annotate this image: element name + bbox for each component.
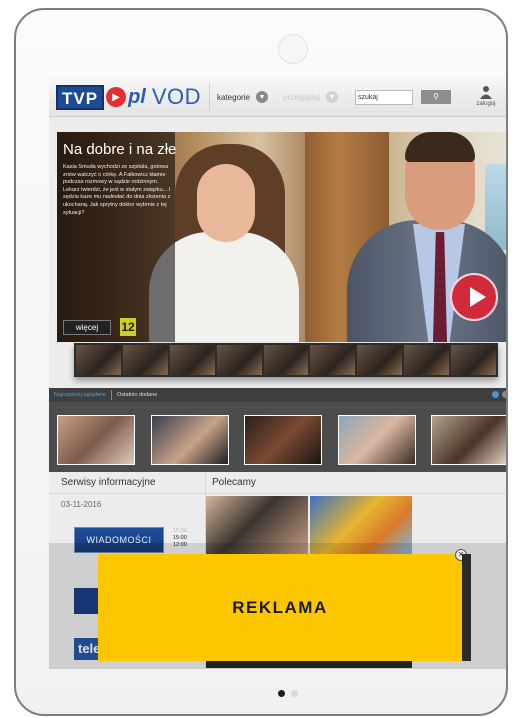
advertisement-edge	[462, 554, 471, 661]
filmstrip-frame[interactable]	[169, 345, 215, 375]
hero-banner[interactable]: Na dobre i na złe Kasia Smuda wychodzi z…	[57, 132, 506, 342]
recommended-heading: Polecamy	[206, 472, 506, 494]
filmstrip-frame[interactable]	[451, 345, 497, 375]
hero-image-woman-face	[197, 164, 255, 242]
nav-categories-label: kategorie	[217, 92, 250, 102]
filmstrip-frame[interactable]	[216, 345, 262, 375]
nav-divider	[209, 83, 210, 111]
page-dot	[291, 690, 298, 697]
user-icon	[480, 86, 492, 99]
age-rating-badge: 12	[120, 318, 136, 336]
filmstrip-frame[interactable]	[404, 345, 450, 375]
login-button[interactable]: zaloguj	[471, 85, 501, 107]
filmstrip-frame[interactable]	[263, 345, 309, 375]
search-input[interactable]	[355, 90, 413, 105]
home-page-indicator	[278, 690, 298, 697]
broadcast-time-faded: 15:30	[173, 528, 187, 534]
tab-recently-added[interactable]: Ostatnio dodane	[112, 388, 162, 402]
advertisement-label: REKLAMA	[232, 597, 328, 617]
search-icon: ⚲	[433, 92, 439, 101]
content-tabs: Najczęściej oglądane Ostatnio dodane	[49, 388, 506, 402]
video-thumbnail[interactable]	[57, 415, 135, 465]
pager-dot[interactable]	[492, 391, 499, 398]
broadcast-time[interactable]: 15:00	[173, 535, 187, 542]
filmstrip-frame[interactable]	[357, 345, 403, 375]
news-services-heading: Serwisy informacyjne	[49, 472, 205, 494]
play-button[interactable]	[450, 273, 498, 321]
logo-vod: VOD	[151, 84, 202, 109]
filmstrip-frame[interactable]	[310, 345, 356, 375]
video-thumbnail[interactable]	[337, 415, 416, 465]
hero-image-man-hair	[405, 132, 475, 162]
logo-pl: pl	[128, 85, 146, 108]
tvp-vod-logo[interactable]: TVP ▶ pl VOD	[56, 84, 201, 110]
hero-description: Kasia Smuda wychodzi ze szpitala, gotowa…	[63, 164, 171, 216]
search-button[interactable]: ⚲	[421, 90, 451, 104]
video-thumbnail[interactable]	[150, 415, 229, 465]
login-label: zaloguj	[476, 101, 496, 107]
carousel-pager	[492, 391, 506, 398]
site-header: TVP ▶ pl VOD kategorie ▼ przeglądaj ▼ ⚲	[49, 77, 506, 117]
page-dot	[278, 690, 285, 697]
tab-most-watched[interactable]: Najczęściej oglądane	[49, 388, 111, 402]
video-thumbnail[interactable]	[244, 415, 322, 465]
tablet-frame: TVP ▶ pl VOD kategorie ▼ przeglądaj ▼ ⚲	[14, 8, 508, 716]
chevron-down-icon: ▼	[325, 91, 338, 103]
filmstrip-frame[interactable]	[122, 345, 168, 375]
nav-categories[interactable]: kategorie ▼	[217, 91, 268, 103]
nav-browse[interactable]: przeglądaj ▼	[283, 91, 338, 103]
hero-title: Na dobre i na złe	[63, 141, 177, 158]
news-date: 03-11-2016	[61, 500, 102, 509]
filmstrip-frame[interactable]	[76, 345, 121, 375]
vod-screen: TVP ▶ pl VOD kategorie ▼ przeglądaj ▼ ⚲	[49, 77, 506, 669]
episode-filmstrip	[74, 343, 498, 377]
logo-tvp: TVP	[56, 84, 105, 110]
chevron-down-icon: ▼	[255, 91, 268, 103]
pager-dot[interactable]	[502, 391, 506, 398]
logo-dot-icon: ▶	[106, 87, 127, 107]
play-icon	[470, 287, 486, 307]
video-thumbnail[interactable]	[431, 415, 506, 465]
thumbnail-carousel	[49, 402, 506, 472]
nav-browse-label: przeglądaj	[283, 92, 320, 102]
front-camera	[278, 34, 308, 64]
more-button[interactable]: więcej	[63, 320, 111, 335]
advertisement-banner[interactable]: REKLAMA ✕	[98, 549, 467, 661]
